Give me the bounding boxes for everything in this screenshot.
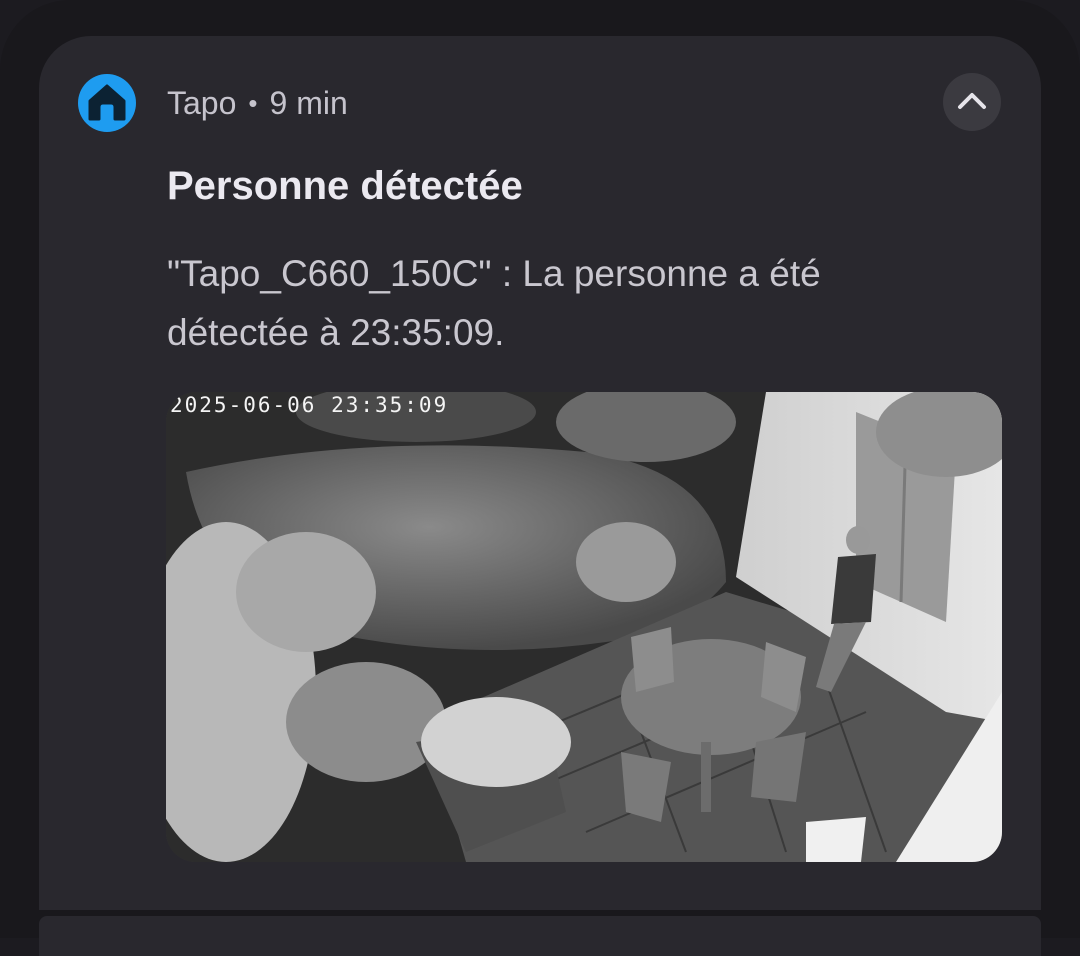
notification-time: 9 min bbox=[269, 84, 348, 121]
night-vision-scene bbox=[166, 392, 1002, 862]
collapse-button[interactable] bbox=[943, 73, 1001, 131]
app-name: Tapo bbox=[167, 84, 237, 121]
chevron-up-icon bbox=[958, 93, 986, 109]
next-notification-card[interactable] bbox=[39, 916, 1041, 956]
tapo-home-icon bbox=[78, 74, 136, 132]
notification-title: Personne détectée bbox=[167, 164, 523, 208]
camera-snapshot-image[interactable]: 2025-06-06 23:35:09 bbox=[166, 392, 1002, 862]
notification-card[interactable]: Tapo • 9 min Personne détectée "Tapo_C66… bbox=[39, 36, 1041, 910]
notification-message: "Tapo_C660_150C" : La personne a été dét… bbox=[167, 253, 821, 353]
snapshot-timestamp: 2025-06-06 23:35:09 bbox=[170, 393, 449, 417]
notification-header: Tapo • 9 min bbox=[167, 80, 348, 126]
header-separator: • bbox=[248, 87, 258, 118]
